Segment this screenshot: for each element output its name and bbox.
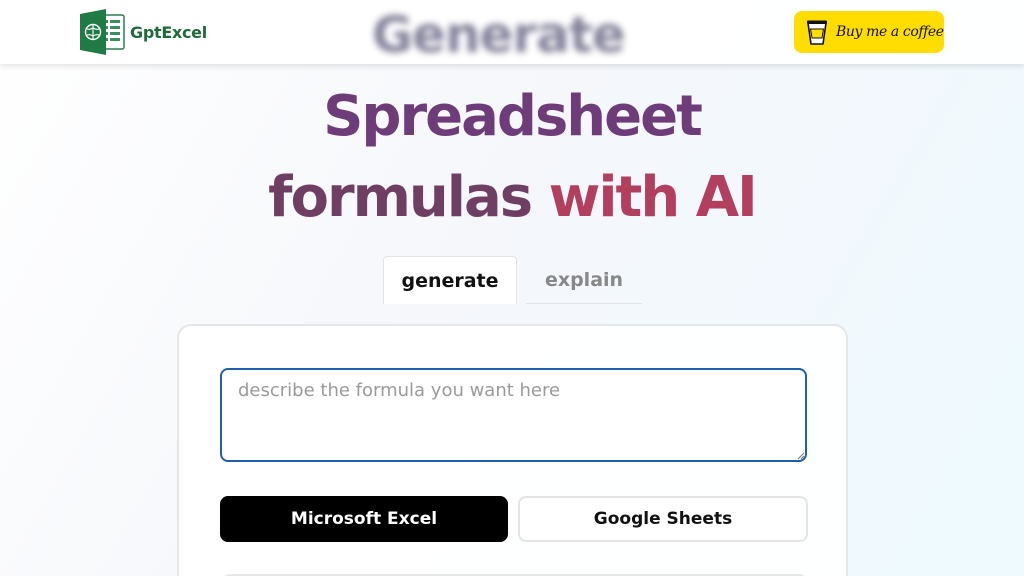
google-sheets-button[interactable]: Google Sheets: [518, 496, 808, 542]
tab-explain[interactable]: explain: [526, 256, 642, 304]
top-nav: GptExcel Generate Buy me a coffee: [0, 0, 1024, 64]
hero-title-line1: Spreadsheet: [323, 84, 703, 149]
hero-title-line2: formulas with AI: [0, 165, 1024, 230]
excel-brain-icon: [80, 9, 125, 55]
formula-description-input[interactable]: [220, 368, 807, 462]
mode-tabs: generate explain: [383, 256, 642, 304]
buy-me-a-coffee-button[interactable]: Buy me a coffee: [794, 11, 944, 53]
tab-generate[interactable]: generate: [383, 256, 517, 304]
microsoft-excel-button[interactable]: Microsoft Excel: [220, 496, 508, 542]
resize-grip-icon[interactable]: [797, 452, 805, 460]
logo[interactable]: GptExcel: [80, 9, 207, 55]
logo-text: GptExcel: [130, 22, 207, 42]
hero-title-formulas: formulas: [268, 165, 533, 230]
coffee-button-label: Buy me a coffee: [836, 24, 944, 40]
platform-selector: Microsoft Excel Google Sheets: [220, 496, 808, 542]
hero-title-with-ai: with AI: [548, 165, 758, 230]
animated-headline-word: Generate: [372, 6, 626, 64]
formula-form-card: Microsoft Excel Google Sheets: [177, 324, 848, 576]
coffee-cup-icon: [807, 20, 827, 45]
